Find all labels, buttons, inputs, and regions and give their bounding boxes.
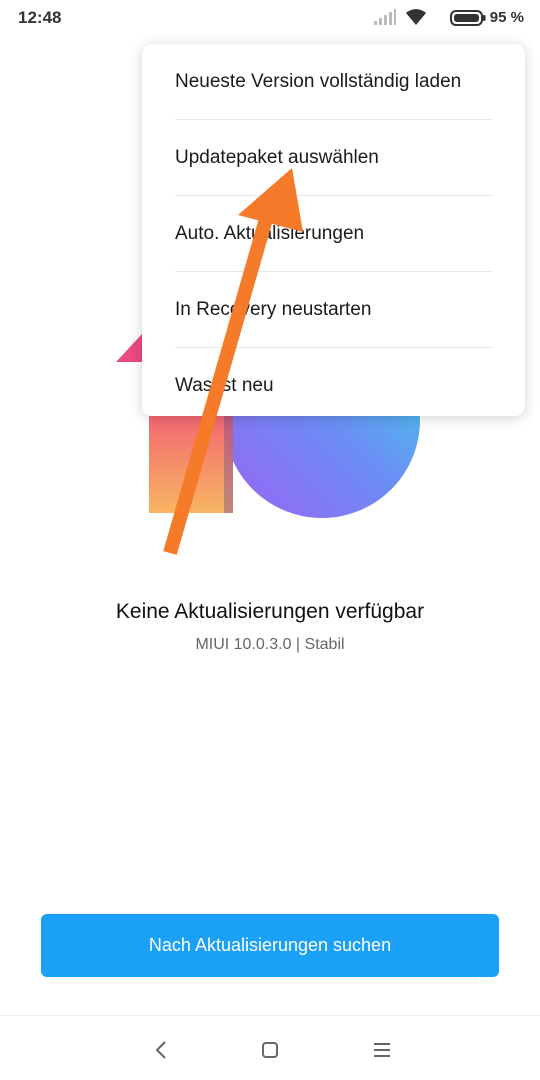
overflow-menu: Neueste Version vollständig laden Update… — [142, 44, 525, 416]
wifi-icon — [406, 9, 426, 25]
home-icon — [262, 1042, 278, 1058]
menu-item-label: In Recovery neustarten — [175, 298, 372, 320]
screen: 12:48 95 % Keine Aktualisierungen verfüg… — [0, 0, 540, 1080]
battery-percentage: 95 % — [489, 9, 524, 26]
menu-item-choose-update-package[interactable]: Updatepaket auswählen — [175, 120, 492, 196]
status-time: 12:48 — [18, 8, 62, 27]
recents-button[interactable] — [367, 1036, 397, 1064]
status-bar: 12:48 95 % — [0, 0, 540, 36]
menu-item-download-full-version[interactable]: Neueste Version vollständig laden — [175, 44, 492, 120]
menu-icon — [374, 1043, 390, 1057]
menu-item-label: Was ist neu — [175, 374, 274, 396]
menu-item-auto-updates[interactable]: Auto. Aktualisierungen — [175, 196, 492, 272]
menu-item-whats-new[interactable]: Was ist neu — [175, 348, 492, 423]
menu-item-label: Auto. Aktualisierungen — [175, 222, 365, 244]
back-icon — [155, 1041, 166, 1059]
menu-item-label: Updatepaket auswählen — [175, 146, 379, 168]
menu-item-reboot-recovery[interactable]: In Recovery neustarten — [175, 272, 492, 348]
version-text: MIUI 10.0.3.0 | Stabil — [195, 636, 345, 653]
signal-icon — [374, 9, 396, 25]
menu-item-label: Neueste Version vollständig laden — [175, 70, 462, 92]
triangle-shape — [116, 334, 142, 362]
update-status-title: Keine Aktualisierungen verfügbar — [115, 600, 425, 623]
battery-icon — [450, 10, 486, 26]
status-icons: 95 % — [374, 6, 524, 30]
navigation-bar — [0, 1015, 540, 1080]
rectangle-shape — [149, 410, 233, 513]
check-updates-button[interactable]: Nach Aktualisierungen suchen — [41, 914, 499, 977]
home-button[interactable] — [255, 1036, 285, 1064]
back-button[interactable] — [146, 1036, 176, 1064]
